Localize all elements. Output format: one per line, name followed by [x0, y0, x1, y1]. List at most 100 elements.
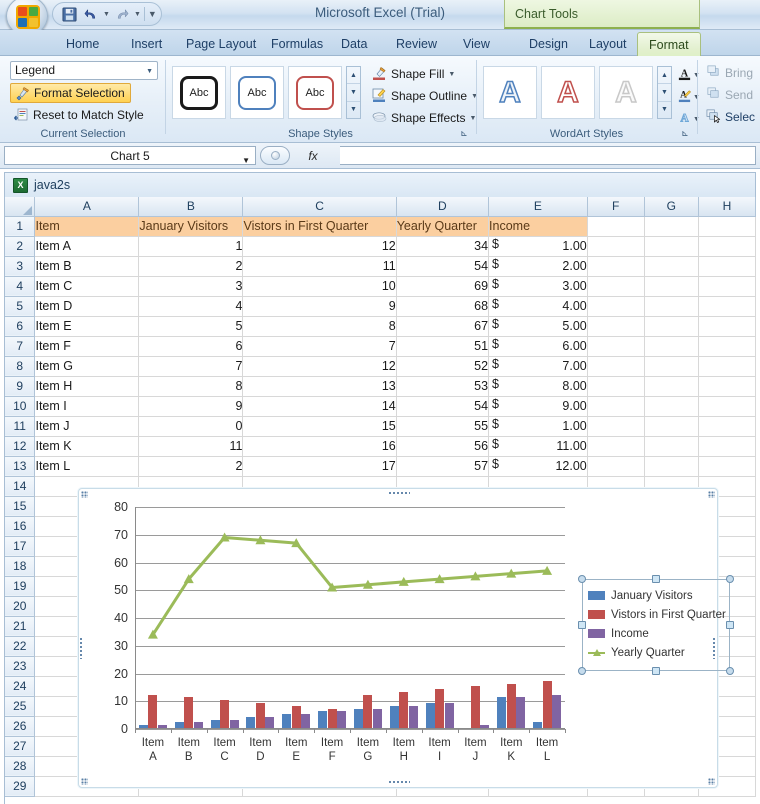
- wordart-preset-2[interactable]: A: [541, 66, 595, 119]
- cell-A11[interactable]: Item J: [34, 416, 140, 437]
- cell-C3[interactable]: 11: [242, 256, 397, 277]
- cell-B2[interactable]: 1: [138, 236, 244, 257]
- chart-element-selector[interactable]: Legend ▼: [10, 61, 158, 80]
- cell-B5[interactable]: 4: [138, 296, 244, 317]
- bring-to-front-button[interactable]: Bring: [704, 62, 755, 84]
- row-header-23[interactable]: 23: [5, 656, 36, 677]
- chart-plot-area[interactable]: 0 10 20 30 40 50 60 70 80: [114, 500, 566, 736]
- cell-B7[interactable]: 6: [138, 336, 244, 357]
- wordart-styles-dialog-launcher-icon[interactable]: ⊾: [679, 127, 691, 139]
- cell-B8[interactable]: 7: [138, 356, 244, 377]
- chart-resize-handle-tr[interactable]: [708, 491, 715, 498]
- chart-line[interactable]: [151, 536, 548, 636]
- cell-D6[interactable]: 67: [396, 316, 490, 337]
- cell-C1[interactable]: Vistors in First Quarter: [242, 216, 397, 237]
- row-header-9[interactable]: 9: [5, 376, 36, 397]
- legend-handle-tm[interactable]: [652, 575, 660, 583]
- cell-H11[interactable]: [698, 416, 756, 437]
- cell-F12[interactable]: [587, 436, 645, 457]
- cell-D12[interactable]: 56: [396, 436, 490, 457]
- customize-qat-icon[interactable]: ▼: [148, 9, 157, 19]
- undo-icon[interactable]: [81, 4, 101, 24]
- wordart-more-icon[interactable]: ▼: [658, 102, 671, 118]
- row-header-3[interactable]: 3: [5, 256, 36, 277]
- cell-D9[interactable]: 53: [396, 376, 490, 397]
- redo-dropdown-icon[interactable]: ▼: [134, 11, 141, 18]
- cell-A4[interactable]: Item C: [34, 276, 140, 297]
- row-header-8[interactable]: 8: [5, 356, 36, 377]
- tab-home[interactable]: Home: [55, 32, 110, 56]
- cell-C11[interactable]: 15: [242, 416, 397, 437]
- cell-A6[interactable]: Item E: [34, 316, 140, 337]
- cell-H12[interactable]: [698, 436, 756, 457]
- format-selection-button[interactable]: Format Selection: [10, 83, 131, 103]
- shape-fill-button[interactable]: Shape Fill ▼: [368, 63, 458, 85]
- chart-resize-handle-br[interactable]: [708, 778, 715, 785]
- cell-C2[interactable]: 12: [242, 236, 397, 257]
- send-to-back-button[interactable]: Send: [704, 84, 755, 106]
- row-header-2[interactable]: 2: [5, 236, 36, 257]
- row-header-26[interactable]: 26: [5, 716, 36, 737]
- cell-B10[interactable]: 9: [138, 396, 244, 417]
- column-header-b[interactable]: B: [138, 197, 244, 217]
- row-header-11[interactable]: 11: [5, 416, 36, 437]
- cell-D3[interactable]: 54: [396, 256, 490, 277]
- cell-A2[interactable]: Item A: [34, 236, 140, 257]
- cell-A12[interactable]: Item K: [34, 436, 140, 457]
- cell-A7[interactable]: Item F: [34, 336, 140, 357]
- chart-object[interactable]: 0 10 20 30 40 50 60 70 80 Item A Item B Item C Item D It…: [78, 488, 734, 788]
- column-header-d[interactable]: D: [396, 197, 490, 217]
- cell-F9[interactable]: [587, 376, 645, 397]
- row-header-22[interactable]: 22: [5, 636, 36, 657]
- cell-C4[interactable]: 10: [242, 276, 397, 297]
- cell-A10[interactable]: Item I: [34, 396, 140, 417]
- select-all-corner[interactable]: [5, 197, 36, 217]
- cell-G5[interactable]: [644, 296, 699, 317]
- shape-styles-dialog-launcher-icon[interactable]: ⊾: [458, 127, 470, 139]
- row-header-6[interactable]: 6: [5, 316, 36, 337]
- cell-G1[interactable]: [644, 216, 699, 237]
- cell-C13[interactable]: 17: [242, 456, 397, 477]
- cell-H5[interactable]: [698, 296, 756, 317]
- cell-H8[interactable]: [698, 356, 756, 377]
- column-header-a[interactable]: A: [34, 197, 140, 217]
- legend-handle-bl[interactable]: [578, 667, 586, 675]
- cell-E4[interactable]: $3.00: [488, 276, 588, 297]
- tab-formulas[interactable]: Formulas: [260, 32, 334, 56]
- chart-resize-handle-tl[interactable]: [81, 491, 88, 498]
- legend-handle-ml[interactable]: [578, 621, 586, 629]
- cell-B9[interactable]: 8: [138, 376, 244, 397]
- cell-H6[interactable]: [698, 316, 756, 337]
- tab-page-layout[interactable]: Page Layout: [175, 32, 267, 56]
- cell-E5[interactable]: $4.00: [488, 296, 588, 317]
- formula-input[interactable]: [340, 146, 756, 165]
- wordart-scroll-up-icon[interactable]: ▲: [658, 67, 671, 85]
- tab-data[interactable]: Data: [330, 32, 378, 56]
- cell-G13[interactable]: [644, 456, 699, 477]
- cell-G11[interactable]: [644, 416, 699, 437]
- cell-B12[interactable]: 11: [138, 436, 244, 457]
- cell-E12[interactable]: $11.00: [488, 436, 588, 457]
- cell-C10[interactable]: 14: [242, 396, 397, 417]
- cell-F11[interactable]: [587, 416, 645, 437]
- shape-style-preset-3[interactable]: Abc: [288, 66, 342, 119]
- cell-E7[interactable]: $6.00: [488, 336, 588, 357]
- row-header-14[interactable]: 14: [5, 476, 36, 497]
- chart-resize-handle-bottom[interactable]: [388, 780, 410, 785]
- row-header-28[interactable]: 28: [5, 756, 36, 777]
- row-header-20[interactable]: 20: [5, 596, 36, 617]
- cell-E9[interactable]: $8.00: [488, 376, 588, 397]
- cell-F13[interactable]: [587, 456, 645, 477]
- cell-A5[interactable]: Item D: [34, 296, 140, 317]
- cell-C5[interactable]: 9: [242, 296, 397, 317]
- cell-E10[interactable]: $9.00: [488, 396, 588, 417]
- row-header-17[interactable]: 17: [5, 536, 36, 557]
- cell-G12[interactable]: [644, 436, 699, 457]
- cell-G8[interactable]: [644, 356, 699, 377]
- undo-dropdown-icon[interactable]: ▼: [103, 11, 110, 18]
- cell-B3[interactable]: 2: [138, 256, 244, 277]
- wordart-gallery-scroll[interactable]: ▲ ▼ ▼: [657, 66, 672, 119]
- row-header-21[interactable]: 21: [5, 616, 36, 637]
- cell-F5[interactable]: [587, 296, 645, 317]
- row-header-13[interactable]: 13: [5, 456, 36, 477]
